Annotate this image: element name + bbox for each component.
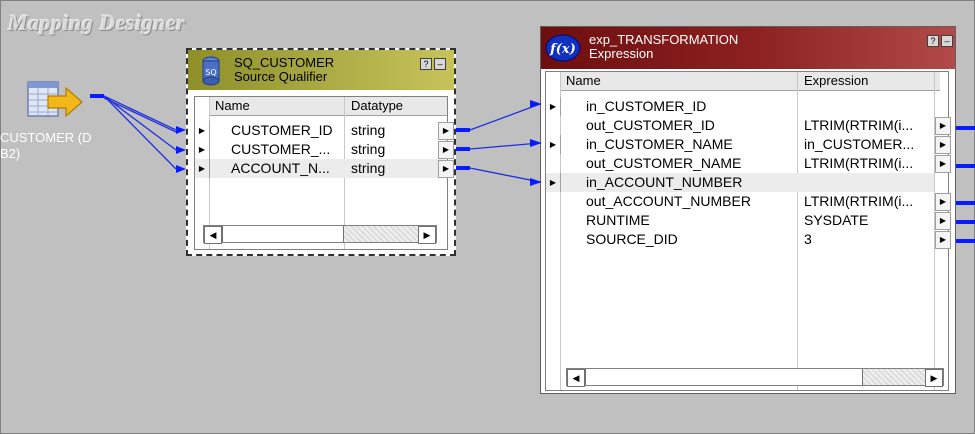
link-arrowhead [176, 165, 186, 173]
port-handle [456, 128, 470, 132]
link-source-to-sq [103, 95, 177, 131]
link-arrowhead [530, 178, 542, 186]
link-arrowhead [176, 126, 186, 134]
port-handle [956, 220, 975, 224]
link-source-to-sq [103, 97, 177, 133]
port-handle [456, 147, 470, 151]
link-arrowhead [176, 146, 186, 154]
link-arrowhead [530, 139, 542, 147]
link-arrowhead [530, 100, 542, 108]
link-sq-to-exp [469, 167, 541, 183]
port-links [90, 94, 975, 243]
link-source-to-sq [103, 95, 177, 170]
port-handle [456, 166, 470, 170]
port-handle [956, 126, 975, 130]
port-handle [956, 239, 975, 243]
link-sq-to-exp [469, 142, 541, 150]
port-handle [90, 94, 104, 98]
link-sq-to-exp [469, 103, 541, 131]
port-handle [956, 164, 975, 168]
link-source-to-sq [103, 95, 177, 151]
port-handle [956, 201, 975, 205]
